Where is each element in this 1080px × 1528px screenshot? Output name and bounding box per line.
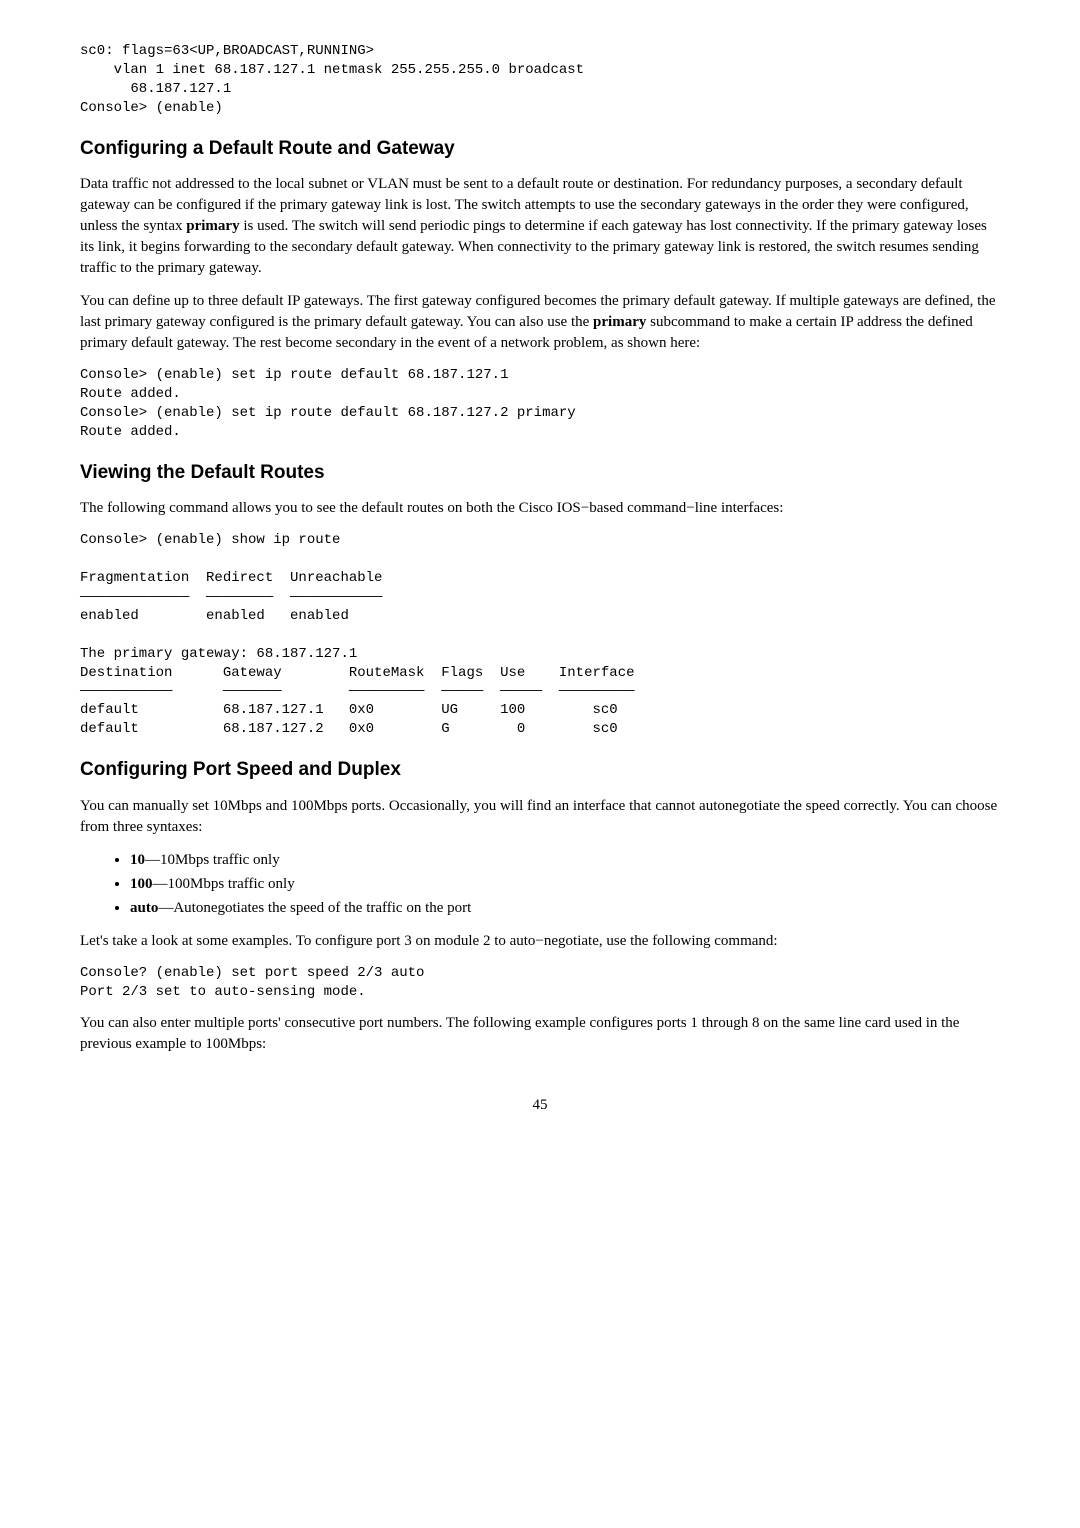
paragraph: You can define up to three default IP ga… <box>80 291 1000 354</box>
text: —Autonegotiates the speed of the traffic… <box>158 900 471 916</box>
heading-default-route: Configuring a Default Route and Gateway <box>80 136 1000 163</box>
code-block-set-route: Console> (enable) set ip route default 6… <box>80 366 1000 442</box>
paragraph: Data traffic not addressed to the local … <box>80 174 1000 279</box>
bold-term: auto <box>130 900 158 916</box>
heading-port-speed: Configuring Port Speed and Duplex <box>80 757 1000 784</box>
code-block-show-route: Console> (enable) show ip route Fragment… <box>80 531 1000 739</box>
bold-term: primary <box>593 314 646 330</box>
paragraph: You can manually set 10Mbps and 100Mbps … <box>80 796 1000 838</box>
bold-term: 100 <box>130 876 153 892</box>
bullet-list: 10—10Mbps traffic only 100—100Mbps traff… <box>80 850 1000 919</box>
paragraph: The following command allows you to see … <box>80 498 1000 519</box>
paragraph: You can also enter multiple ports' conse… <box>80 1013 1000 1055</box>
paragraph: Let's take a look at some examples. To c… <box>80 931 1000 952</box>
list-item: auto—Autonegotiates the speed of the tra… <box>130 898 1000 919</box>
text: —10Mbps traffic only <box>145 852 280 868</box>
list-item: 100—100Mbps traffic only <box>130 874 1000 895</box>
heading-viewing-routes: Viewing the Default Routes <box>80 460 1000 487</box>
page-number: 45 <box>80 1095 1000 1116</box>
bold-term: 10 <box>130 852 145 868</box>
code-block-port-speed: Console? (enable) set port speed 2/3 aut… <box>80 964 1000 1002</box>
list-item: 10—10Mbps traffic only <box>130 850 1000 871</box>
bold-term: primary <box>186 218 239 234</box>
code-block-interface: sc0: flags=63<UP,BROADCAST,RUNNING> vlan… <box>80 42 1000 118</box>
text: —100Mbps traffic only <box>153 876 295 892</box>
